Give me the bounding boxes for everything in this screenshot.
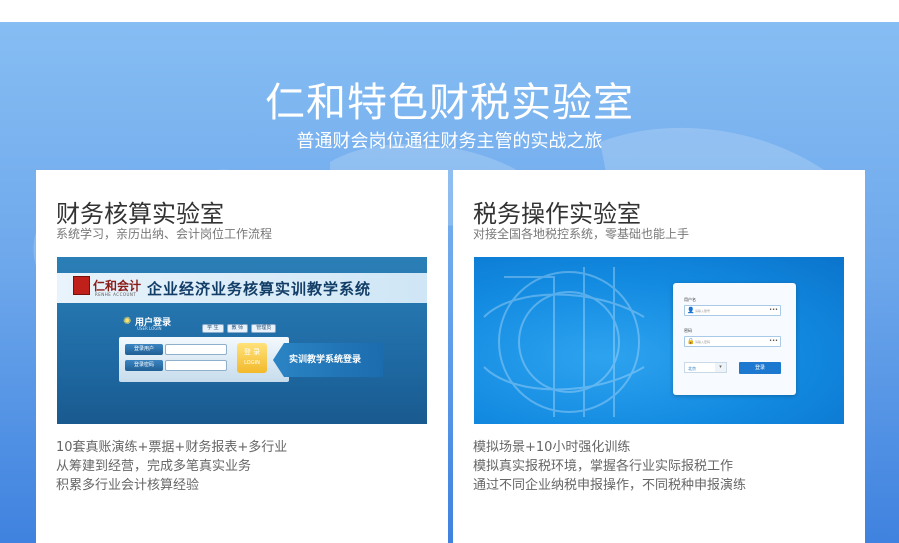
chevron-down-icon: ▾ bbox=[715, 363, 726, 372]
password-field bbox=[165, 360, 227, 371]
feature-line: 通过不同企业纳税申报操作，不同税种申报演练 bbox=[473, 478, 747, 493]
password-placeholder: 请输入密码 bbox=[695, 340, 711, 344]
card-feature-list: 10套真账演练+票据+财务报表+多行业 从筹建到经营，完成多笔真实业务 积累多行… bbox=[56, 438, 287, 495]
password-input: 🔒 请输入密码 ••• bbox=[684, 336, 781, 347]
login-button: 登 录 LOGIN bbox=[237, 343, 267, 373]
page-subtitle: 普通财会岗位通往财务主管的实战之旅 bbox=[296, 131, 603, 152]
finance-system-screenshot: 仁和会计 RENHE ACCOUNT 企业经济业务核算实训教学系统 ✺ 用户登录… bbox=[57, 257, 427, 424]
feature-line: 模拟真实报税环境，掌握各行业实际报税工作 bbox=[473, 459, 734, 474]
card-subtitle: 系统学习，亲历出纳、会计岗位工作流程 bbox=[56, 227, 273, 241]
tax-login-form: 用户名 👤 请输入账号 ••• 密码 🔒 请输入密码 ••• 北京 ▾ 登录 bbox=[673, 283, 796, 395]
username-placeholder: 请输入账号 bbox=[695, 309, 711, 313]
username-field bbox=[165, 344, 227, 355]
feature-line: 模拟场景+10小时强化训练 bbox=[473, 440, 631, 455]
feature-line: 10套真账演练+票据+财务报表+多行业 bbox=[56, 440, 288, 455]
login-button-sub: LOGIN bbox=[244, 360, 260, 366]
renhe-logo-icon bbox=[73, 276, 90, 295]
role-options: 学 生 教 师 管理员 bbox=[202, 324, 277, 333]
tax-system-screenshot: 用户名 👤 请输入账号 ••• 密码 🔒 请输入密码 ••• 北京 ▾ 登录 bbox=[474, 257, 844, 424]
card-subtitle: 对接全国各地税控系统，零基础也能上手 bbox=[473, 227, 690, 241]
card-feature-list: 模拟场景+10小时强化训练 模拟真实报税环境，掌握各行业实际报税工作 通过不同企… bbox=[473, 438, 746, 495]
lock-icon: 🔒 bbox=[687, 338, 695, 345]
region-select: 北京 ▾ bbox=[684, 362, 727, 373]
tax-lab-card[interactable]: 税务操作实验室 对接全国各地税控系统，零基础也能上手 用户名 👤 请输入账号 •… bbox=[453, 170, 865, 543]
role-teacher: 教 师 bbox=[226, 324, 249, 333]
role-student: 学 生 bbox=[202, 324, 224, 333]
card-title: 税务操作实验室 bbox=[473, 200, 641, 228]
username-input: 👤 请输入账号 ••• bbox=[684, 305, 781, 316]
system-title: 企业经济业务核算实训教学系统 bbox=[147, 280, 372, 298]
login-header-sub: USER LOGIN bbox=[137, 326, 162, 331]
role-admin: 管理员 bbox=[251, 324, 277, 333]
brand-subname: RENHE ACCOUNT bbox=[95, 292, 137, 297]
feature-line: 积累多行业会计核算经验 bbox=[56, 478, 200, 493]
page-title: 仁和特色财税实验室 bbox=[265, 80, 634, 126]
region-select-value: 北京 bbox=[688, 366, 696, 371]
banner-text: 实训教学系统登录 bbox=[289, 355, 362, 365]
username-label: 登录用户 bbox=[125, 344, 163, 355]
login-button: 登录 bbox=[739, 362, 781, 374]
login-button-label: 登 录 bbox=[243, 348, 261, 356]
password-label: 登录密码 bbox=[125, 360, 163, 371]
more-icon: ••• bbox=[769, 338, 778, 344]
card-title: 财务核算实验室 bbox=[56, 200, 224, 228]
username-label: 用户名 bbox=[684, 297, 696, 302]
password-label: 密码 bbox=[684, 328, 692, 333]
sun-icon: ✺ bbox=[123, 316, 132, 327]
user-icon: 👤 bbox=[687, 307, 695, 314]
feature-line: 从筹建到经营，完成多笔真实业务 bbox=[56, 459, 252, 474]
finance-lab-card[interactable]: 财务核算实验室 系统学习，亲历出纳、会计岗位工作流程 仁和会计 RENHE AC… bbox=[36, 170, 448, 543]
more-icon: ••• bbox=[769, 307, 778, 313]
